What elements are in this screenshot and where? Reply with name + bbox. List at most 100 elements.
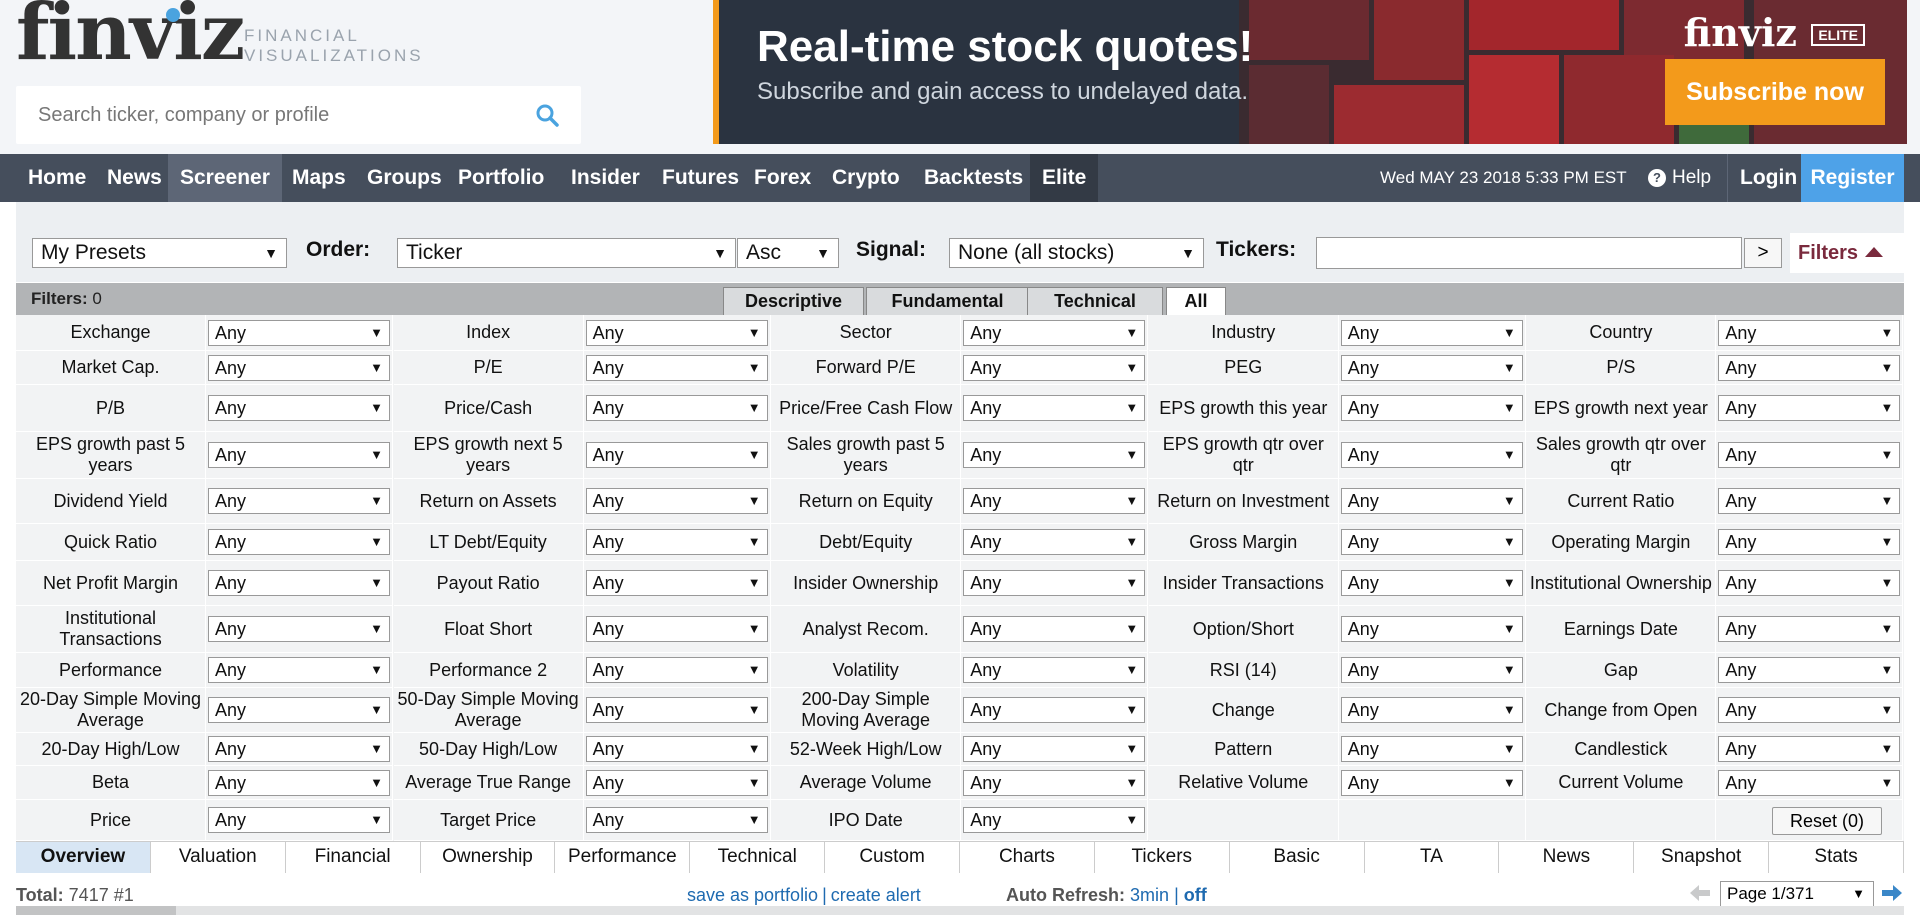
elite-banner-ad[interactable]: Real-time stock quotes! Subscribe and ga… — [713, 0, 1907, 144]
filter-select-institutional-ownership[interactable]: Any ▼ — [1718, 570, 1901, 596]
filter-select-dividend-yield[interactable]: Any ▼ — [208, 488, 390, 514]
filter-select-eps-growth-next-year[interactable]: Any ▼ — [1718, 395, 1901, 421]
view-tab-overview[interactable]: Overview — [16, 842, 151, 873]
filter-select-gross-margin[interactable]: Any ▼ — [1340, 529, 1523, 555]
view-tab-custom[interactable]: Custom — [825, 842, 960, 873]
nav-item-crypto[interactable]: Crypto — [820, 154, 912, 202]
filter-select-eps-growth-next-5-years[interactable]: Any ▼ — [585, 442, 768, 468]
filter-select-sales-growth-qtr-over-qtr[interactable]: Any ▼ — [1718, 442, 1901, 468]
refresh-interval-link[interactable]: 3min — [1130, 885, 1169, 905]
filter-tab-all[interactable]: All — [1166, 287, 1226, 315]
filters-toggle[interactable]: Filters — [1790, 233, 1904, 273]
view-tab-basic[interactable]: Basic — [1230, 842, 1365, 873]
filter-select-change-from-open[interactable]: Any ▼ — [1718, 697, 1901, 723]
filter-select-return-on-assets[interactable]: Any ▼ — [585, 488, 768, 514]
search-input[interactable] — [16, 86, 536, 144]
filter-select-average-volume[interactable]: Any ▼ — [963, 769, 1146, 796]
filter-select-net-profit-margin[interactable]: Any ▼ — [208, 570, 390, 596]
filter-select-p-b[interactable]: Any ▼ — [208, 395, 390, 421]
filter-select-insider-ownership[interactable]: Any ▼ — [963, 570, 1146, 596]
filter-select-50-day-high-low[interactable]: Any ▼ — [585, 736, 768, 762]
filter-select-debt-equity[interactable]: Any ▼ — [963, 529, 1146, 555]
view-tab-charts[interactable]: Charts — [960, 842, 1095, 873]
reset-filters-button[interactable]: Reset (0) — [1772, 807, 1882, 835]
filter-select-return-on-equity[interactable]: Any ▼ — [963, 488, 1146, 514]
filter-select-price-cash[interactable]: Any ▼ — [585, 395, 768, 421]
filter-select-20-day-simple-moving-average[interactable]: Any ▼ — [208, 697, 390, 723]
filter-select-volatility[interactable]: Any ▼ — [963, 657, 1146, 683]
filter-select-country[interactable]: Any ▼ — [1718, 319, 1901, 346]
filter-select-rsi-14[interactable]: Any ▼ — [1340, 657, 1523, 683]
nav-login-link[interactable]: Login — [1727, 154, 1809, 202]
filter-select-insider-transactions[interactable]: Any ▼ — [1340, 570, 1523, 596]
filter-tab-descriptive[interactable]: Descriptive — [723, 287, 864, 315]
filter-select-peg[interactable]: Any ▼ — [1340, 354, 1523, 381]
refresh-off-link[interactable]: off — [1184, 885, 1207, 905]
scrollbar-thumb[interactable] — [16, 906, 176, 915]
order-select[interactable]: Ticker ▼ — [397, 238, 736, 268]
filter-select-float-short[interactable]: Any ▼ — [585, 616, 768, 642]
filter-select-market-cap[interactable]: Any ▼ — [208, 354, 390, 381]
filter-select-gap[interactable]: Any ▼ — [1718, 657, 1901, 683]
view-tab-ownership[interactable]: Ownership — [421, 842, 556, 873]
filter-select-200-day-simple-moving-average[interactable]: Any ▼ — [963, 697, 1146, 723]
filter-select-index[interactable]: Any ▼ — [585, 319, 768, 346]
view-tab-ta[interactable]: TA — [1365, 842, 1500, 873]
filter-select-quick-ratio[interactable]: Any ▼ — [208, 529, 390, 555]
filter-select-pattern[interactable]: Any ▼ — [1340, 736, 1523, 762]
filter-select-eps-growth-past-5-years[interactable]: Any ▼ — [208, 442, 390, 468]
filter-select-p-e[interactable]: Any ▼ — [585, 354, 768, 381]
filter-select-industry[interactable]: Any ▼ — [1340, 319, 1523, 346]
filter-select-20-day-high-low[interactable]: Any ▼ — [208, 736, 390, 762]
subscribe-now-button[interactable]: Subscribe now — [1665, 59, 1885, 125]
nav-item-backtests[interactable]: Backtests — [912, 154, 1035, 202]
filter-select-institutional-transactions[interactable]: Any ▼ — [208, 616, 390, 642]
filter-select-performance-2[interactable]: Any ▼ — [585, 657, 768, 683]
filter-select-return-on-investment[interactable]: Any ▼ — [1340, 488, 1523, 514]
horizontal-scrollbar[interactable] — [16, 906, 1904, 915]
nav-item-news[interactable]: News — [95, 154, 174, 202]
view-tab-tickers[interactable]: Tickers — [1095, 842, 1230, 873]
nav-item-maps[interactable]: Maps — [280, 154, 358, 202]
create-alert-link[interactable]: create alert — [831, 885, 921, 905]
tickers-input[interactable] — [1316, 237, 1742, 269]
page-select[interactable]: Page 1/371 ▼ — [1720, 881, 1874, 907]
filter-select-ipo-date[interactable]: Any ▼ — [963, 807, 1146, 833]
filter-select-payout-ratio[interactable]: Any ▼ — [585, 570, 768, 596]
nav-item-elite[interactable]: Elite — [1030, 154, 1099, 202]
filter-select-beta[interactable]: Any ▼ — [208, 769, 390, 796]
previous-page-arrow-icon[interactable] — [1690, 885, 1710, 901]
filter-select-lt-debt-equity[interactable]: Any ▼ — [585, 529, 768, 555]
filter-select-current-volume[interactable]: Any ▼ — [1718, 769, 1901, 796]
filter-select-option-short[interactable]: Any ▼ — [1340, 616, 1523, 642]
nav-item-portfolio[interactable]: Portfolio — [446, 154, 556, 202]
filter-select-forward-p-e[interactable]: Any ▼ — [963, 354, 1146, 381]
view-tab-financial[interactable]: Financial — [286, 842, 421, 873]
view-tab-news[interactable]: News — [1499, 842, 1635, 873]
nav-item-screener[interactable]: Screener — [168, 154, 282, 202]
order-direction-select[interactable]: Asc ▼ — [737, 238, 839, 268]
nav-help-link[interactable]: ? Help — [1648, 154, 1711, 202]
filter-select-average-true-range[interactable]: Any ▼ — [585, 769, 768, 796]
filter-select-p-s[interactable]: Any ▼ — [1718, 354, 1901, 381]
filter-select-performance[interactable]: Any ▼ — [208, 657, 390, 683]
nav-item-groups[interactable]: Groups — [355, 154, 454, 202]
save-as-portfolio-link[interactable]: save as portfolio — [687, 885, 818, 905]
filter-select-eps-growth-qtr-over-qtr[interactable]: Any ▼ — [1340, 442, 1523, 468]
view-tab-valuation[interactable]: Valuation — [151, 842, 286, 873]
filter-select-price-free-cash-flow[interactable]: Any ▼ — [963, 395, 1146, 421]
view-tab-snapshot[interactable]: Snapshot — [1634, 842, 1770, 873]
filter-tab-fundamental[interactable]: Fundamental — [866, 287, 1029, 315]
nav-item-home[interactable]: Home — [16, 154, 98, 202]
search-icon[interactable] — [535, 103, 559, 127]
view-tab-technical[interactable]: Technical — [690, 842, 826, 873]
filter-select-exchange[interactable]: Any ▼ — [208, 319, 390, 346]
filter-select-change[interactable]: Any ▼ — [1340, 697, 1523, 723]
view-tab-performance[interactable]: Performance — [555, 842, 691, 873]
nav-register-button[interactable]: Register — [1801, 154, 1904, 202]
filter-select-earnings-date[interactable]: Any ▼ — [1718, 616, 1901, 642]
filter-select-price[interactable]: Any ▼ — [208, 807, 390, 833]
filter-select-candlestick[interactable]: Any ▼ — [1718, 736, 1901, 762]
next-page-arrow-icon[interactable] — [1882, 885, 1902, 901]
view-tab-stats[interactable]: Stats — [1769, 842, 1904, 873]
